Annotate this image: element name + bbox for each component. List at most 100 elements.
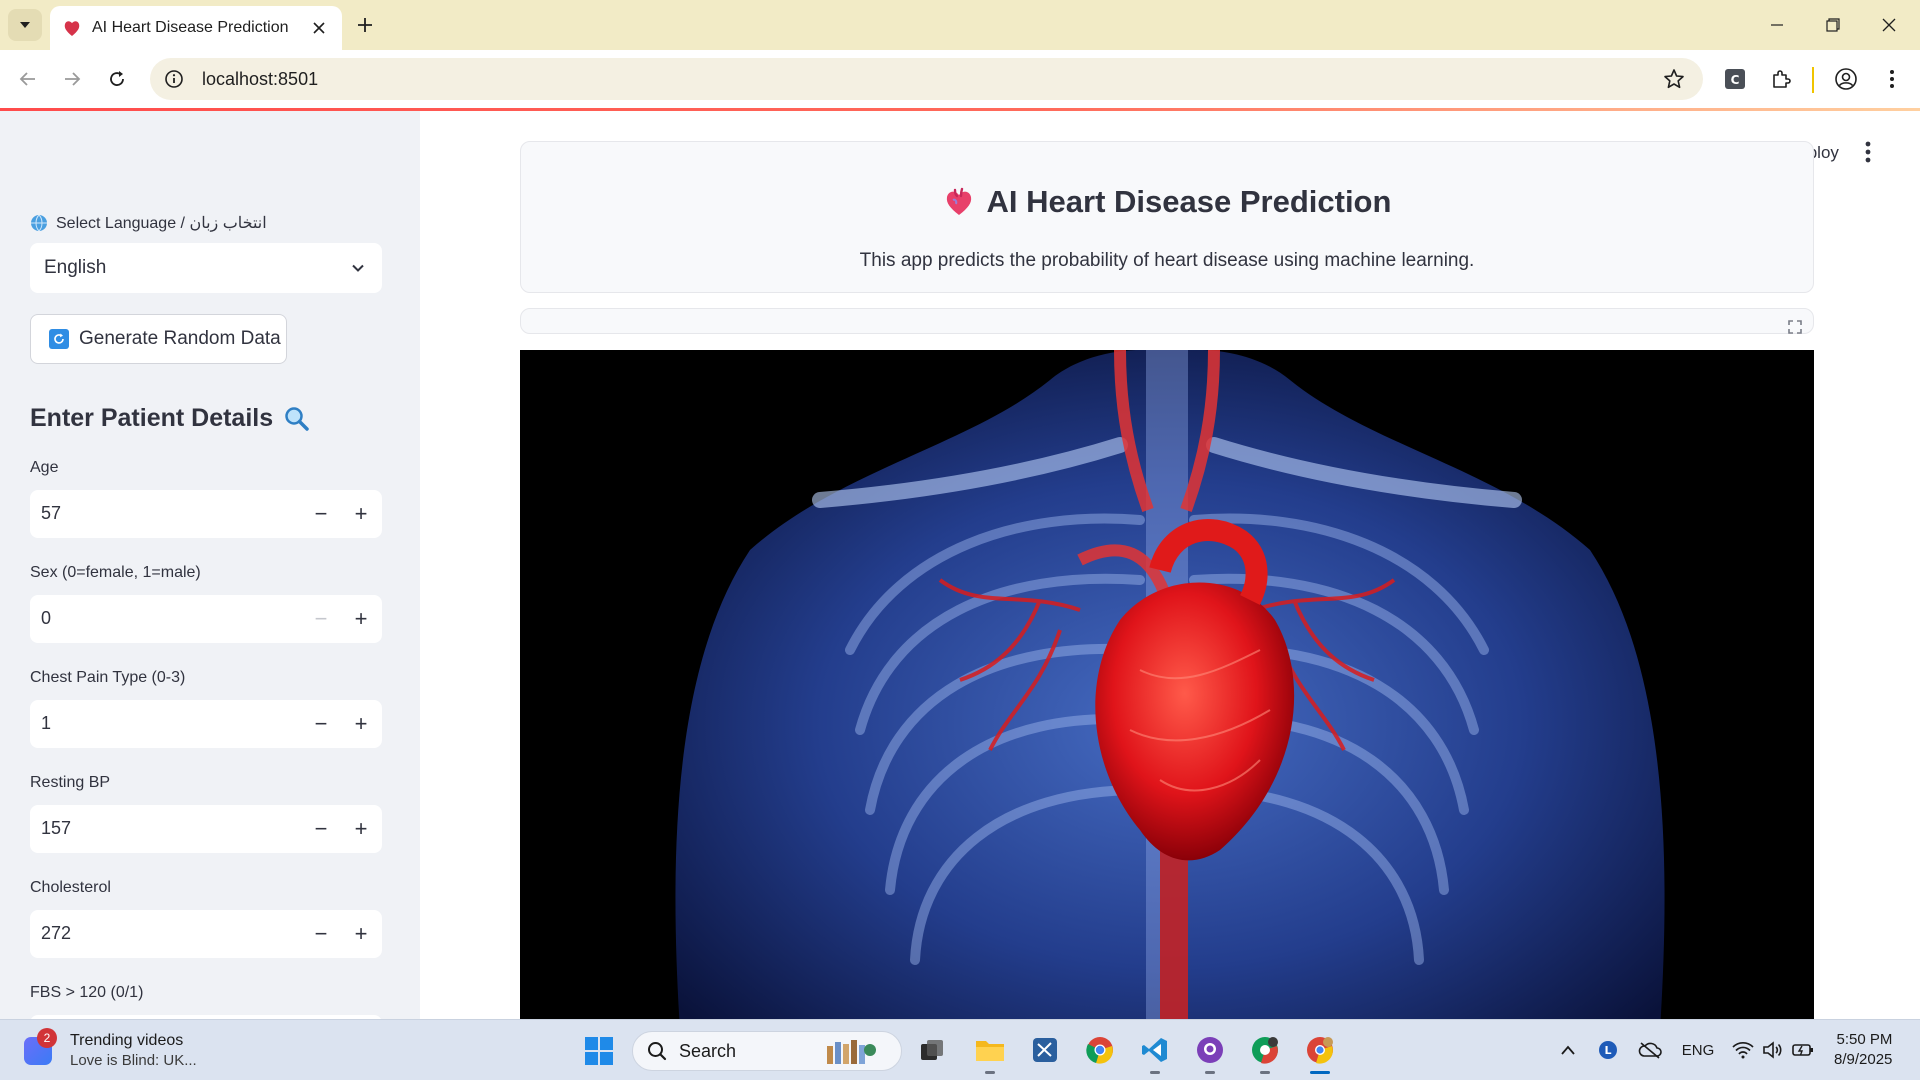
torso-illustration (520, 350, 1814, 1019)
page-title: AI Heart Disease Prediction (521, 184, 1813, 220)
notification-badge: 2 (37, 1027, 57, 1048)
generate-random-data-button[interactable]: Generate Random Data (30, 314, 287, 364)
input-language-indicator[interactable]: ENG (1680, 1038, 1716, 1062)
resting-bp-label: Resting BP (30, 774, 111, 791)
volume-icon[interactable] (1760, 1038, 1786, 1062)
chrome-profile-icon[interactable] (1247, 1032, 1283, 1074)
anatomical-heart-icon (946, 187, 971, 215)
cholesterol-decrement-button[interactable]: − (305, 918, 337, 950)
onedrive-icon[interactable] (1636, 1038, 1664, 1062)
header-card: AI Heart Disease Prediction This app pre… (520, 141, 1814, 293)
resting-bp-value[interactable]: 157 (41, 818, 71, 839)
age-decrement-button[interactable]: − (305, 498, 337, 530)
reload-icon[interactable] (103, 65, 131, 93)
restore-icon[interactable] (1820, 12, 1846, 38)
extension-c-icon[interactable]: C (1721, 65, 1749, 93)
back-arrow-icon[interactable] (14, 65, 42, 93)
browser-toolbar: localhost:8501 C (0, 50, 1920, 108)
widget-title: Trending videos (70, 1032, 184, 1049)
age-label: Age (30, 459, 59, 476)
close-window-icon[interactable] (1876, 12, 1902, 38)
cholesterol-increment-button[interactable]: + (345, 918, 377, 950)
chest-pain-decrement-button[interactable]: − (305, 708, 337, 740)
widgets-icon: 2 (24, 1027, 57, 1065)
browser-menu-icon[interactable] (1878, 65, 1906, 93)
chest-pain-label: Chest Pain Type (0-3) (30, 669, 186, 686)
resting-bp-input[interactable]: 157 − + (30, 805, 382, 853)
running-indicator (1205, 1071, 1215, 1074)
chest-pain-value[interactable]: 1 (41, 713, 51, 734)
taskbar-search[interactable]: Search (632, 1031, 902, 1071)
vscode-icon[interactable] (1137, 1032, 1173, 1074)
minimize-icon[interactable] (1764, 12, 1790, 38)
snipping-tool-icon[interactable] (1027, 1032, 1063, 1068)
taskbar: 2 Trending videos Love is Blind: UK... S… (0, 1019, 1920, 1080)
sex-input[interactable]: 0 − + (30, 595, 382, 643)
chevron-down-icon (20, 22, 30, 28)
running-indicator (1260, 1071, 1270, 1074)
globe-icon (31, 214, 47, 232)
windows-start-icon[interactable] (584, 1036, 614, 1066)
chevron-down-icon (352, 264, 364, 272)
extensions-puzzle-icon[interactable] (1767, 65, 1795, 93)
generate-button-label: Generate Random Data (79, 328, 281, 349)
cholesterol-input[interactable]: 272 − + (30, 910, 382, 958)
bookmark-star-icon[interactable] (1663, 68, 1685, 90)
age-value[interactable]: 57 (41, 503, 61, 524)
heart-favicon-icon (64, 21, 80, 36)
page-title-text: AI Heart Disease Prediction (986, 184, 1392, 219)
main-content: Deploy AI Heart Disease Prediction This … (420, 111, 1920, 1019)
new-tab-icon[interactable] (352, 12, 378, 38)
sex-increment-button[interactable]: + (345, 603, 377, 635)
wifi-icon[interactable] (1730, 1038, 1756, 1062)
github-desktop-icon[interactable] (1192, 1032, 1228, 1074)
fullscreen-icon[interactable] (1787, 319, 1803, 335)
forward-arrow-icon[interactable] (58, 65, 86, 93)
search-highlight-icon (827, 1040, 876, 1064)
chrome-icon[interactable] (1082, 1032, 1118, 1068)
profile-avatar-icon[interactable] (1832, 65, 1860, 93)
language-label: Select Language / انتخاب زبان (30, 213, 267, 233)
file-explorer-icon[interactable] (972, 1032, 1008, 1074)
age-input[interactable]: 57 − + (30, 490, 382, 538)
svg-text:C: C (1731, 73, 1740, 87)
site-info-icon[interactable] (164, 69, 184, 89)
show-hidden-icons-icon[interactable] (1556, 1038, 1580, 1062)
running-indicator (985, 1071, 995, 1074)
account-l-icon[interactable]: L (1596, 1038, 1620, 1062)
active-indicator (1310, 1071, 1330, 1074)
patient-details-heading: Enter Patient Details (30, 404, 311, 433)
sex-value[interactable]: 0 (41, 608, 51, 629)
close-tab-icon[interactable] (310, 19, 328, 37)
chest-pain-input[interactable]: 1 − + (30, 700, 382, 748)
chest-pain-increment-button[interactable]: + (345, 708, 377, 740)
system-clock[interactable]: 5:50 PM 8/9/2025 (1834, 1030, 1892, 1070)
toolbar-divider (1812, 67, 1814, 93)
heart-anatomy-image (520, 350, 1814, 1019)
svg-text:L: L (1604, 1044, 1611, 1057)
app-menu-icon[interactable] (1858, 139, 1878, 165)
page-subtitle: This app predicts the probability of hea… (859, 250, 1475, 271)
browser-tab-active[interactable]: AI Heart Disease Prediction (50, 6, 342, 50)
language-select-value: English (44, 257, 107, 278)
resting-bp-increment-button[interactable]: + (345, 813, 377, 845)
language-label-text: Select Language / انتخاب زبان (56, 215, 267, 232)
resting-bp-decrement-button[interactable]: − (305, 813, 337, 845)
running-indicator (1150, 1071, 1160, 1074)
battery-icon[interactable] (1790, 1038, 1816, 1062)
taskbar-search-text: Search (679, 1040, 737, 1061)
clock-time: 5:50 PM (1836, 1031, 1893, 1048)
age-increment-button[interactable]: + (345, 498, 377, 530)
task-view-icon[interactable] (914, 1032, 950, 1068)
language-select[interactable]: English (30, 243, 382, 293)
content-container (520, 308, 1814, 334)
tab-search-button[interactable] (8, 9, 42, 41)
fbs-label: FBS > 120 (0/1) (30, 984, 144, 1001)
magnifier-icon (285, 406, 309, 431)
sex-label: Sex (0=female, 1=male) (30, 564, 201, 581)
address-bar[interactable]: localhost:8501 (150, 58, 1703, 100)
cholesterol-value[interactable]: 272 (41, 923, 71, 944)
chrome-active-icon[interactable] (1302, 1032, 1338, 1074)
sex-decrement-button: − (314, 606, 328, 631)
widgets-button[interactable]: 2 Trending videos Love is Blind: UK... (24, 1027, 197, 1069)
